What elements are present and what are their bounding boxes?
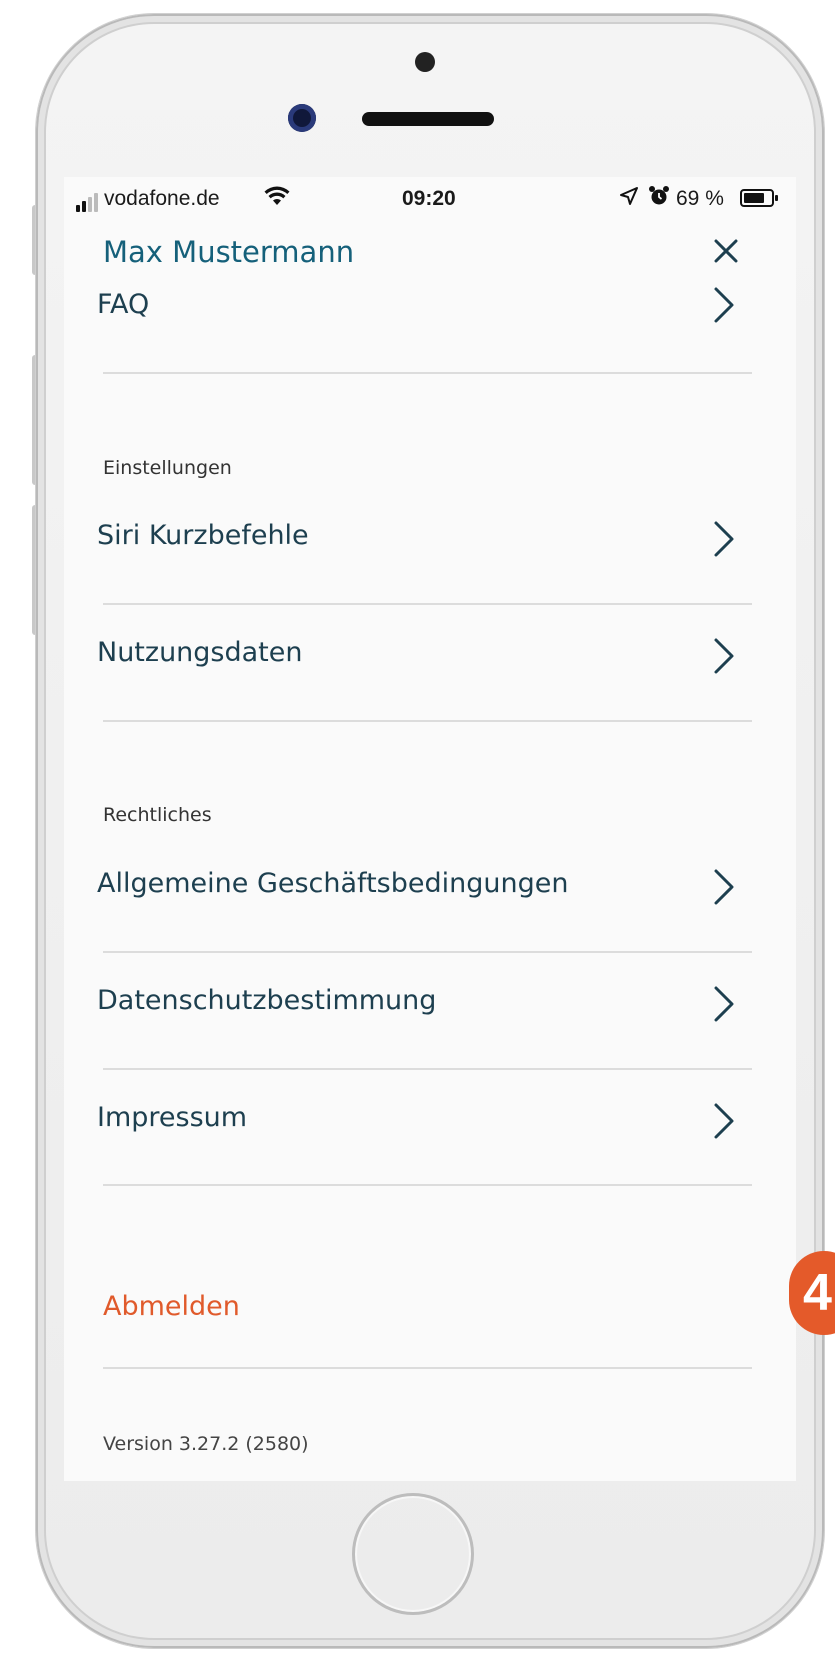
front-camera: [288, 104, 316, 132]
section-title-settings: Einstellungen: [103, 457, 232, 479]
menu-item-label: Nutzungsdaten: [97, 637, 303, 668]
wifi-icon: [264, 185, 290, 214]
close-icon: [714, 239, 738, 263]
divider: [103, 603, 752, 605]
menu-item-label: Allgemeine Geschäftsbedingungen: [97, 868, 569, 899]
divider: [103, 720, 752, 722]
status-bar: vodafone.de 09:20 69 %: [64, 177, 796, 221]
chevron-right-icon: [714, 638, 734, 674]
divider: [103, 1184, 752, 1186]
menu-item-label: Impressum: [97, 1102, 248, 1133]
location-arrow-icon: [619, 186, 639, 212]
chevron-right-icon: [714, 1103, 734, 1139]
menu-item-label: Siri Kurzbefehle: [97, 520, 309, 551]
battery-icon: [740, 189, 778, 207]
carrier-name: vodafone.de: [104, 187, 220, 210]
menu-item-label: Datenschutzbestimmung: [97, 985, 437, 1016]
section-title-legal: Rechtliches: [103, 804, 212, 826]
close-button[interactable]: [704, 229, 748, 273]
alarm-icon: [648, 185, 670, 213]
menu-item-imprint[interactable]: Impressum: [64, 1079, 796, 1159]
divider: [103, 372, 752, 374]
divider: [103, 1367, 752, 1369]
menu-item-faq[interactable]: FAQ: [64, 279, 796, 349]
menu-item-usage-data[interactable]: Nutzungsdaten: [64, 614, 796, 694]
sensor-dot: [415, 52, 435, 72]
chevron-right-icon: [714, 287, 734, 323]
signal-icon: [76, 188, 100, 212]
menu-item-terms[interactable]: Allgemeine Geschäftsbedingungen: [64, 845, 796, 925]
earpiece-speaker: [362, 112, 494, 126]
clock: 09:20: [402, 187, 456, 210]
divider: [103, 951, 752, 953]
battery-percentage: 69 %: [676, 187, 724, 210]
home-button[interactable]: [352, 1493, 474, 1615]
menu-item-siri-shortcuts[interactable]: Siri Kurzbefehle: [64, 497, 796, 577]
app-version: Version 3.27.2 (2580): [103, 1433, 309, 1455]
user-name: Max Mustermann: [103, 235, 355, 269]
app-screen: vodafone.de 09:20 69 % Max Mustermann FA…: [64, 177, 796, 1481]
menu-item-privacy-policy[interactable]: Datenschutzbestimmung: [64, 962, 796, 1042]
divider: [103, 1068, 752, 1070]
chevron-right-icon: [714, 521, 734, 557]
menu-item-label: FAQ: [97, 289, 150, 320]
chevron-right-icon: [714, 986, 734, 1022]
logout-button[interactable]: Abmelden: [103, 1291, 240, 1322]
chevron-right-icon: [714, 869, 734, 905]
